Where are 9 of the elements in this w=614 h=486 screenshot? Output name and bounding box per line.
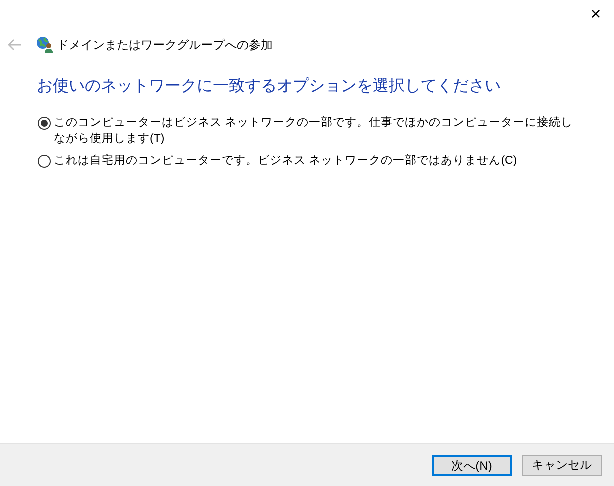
option-radio[interactable]: これは自宅用のコンピューターです。ビジネス ネットワークの一部ではありません(C) [38, 153, 578, 169]
page-heading: お使いのネットワークに一致するオプションを選択してください [37, 76, 502, 97]
close-button[interactable]: × [582, 2, 610, 26]
globe-user-icon [36, 36, 54, 54]
window-title: ドメインまたはワークグループへの参加 [57, 37, 273, 54]
option-radio[interactable]: このコンピューターはビジネス ネットワークの一部です。仕事でほかのコンピューターに接続しながら使用します(T) [38, 115, 578, 147]
back-arrow-icon[interactable] [8, 39, 22, 51]
dialog-button[interactable]: キャンセル [522, 454, 602, 476]
dialog-button[interactable]: 次へ(N) [432, 454, 512, 476]
